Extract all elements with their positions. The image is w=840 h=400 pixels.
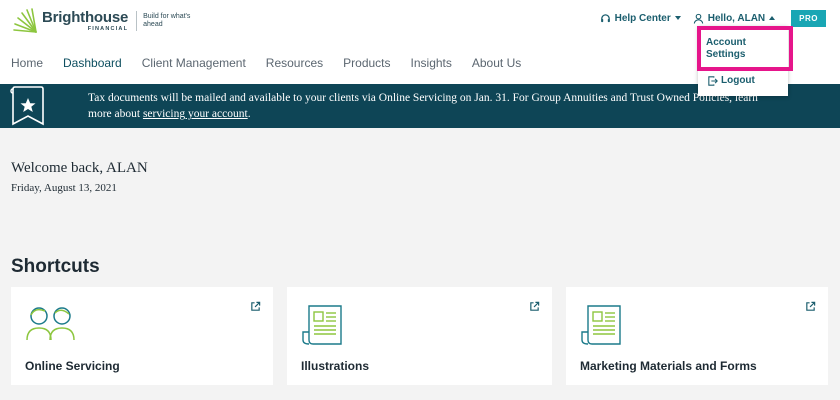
document-icon: [581, 305, 621, 345]
logo-divider: [136, 11, 138, 31]
external-link-icon: [806, 301, 816, 311]
card-label: Online Servicing: [25, 359, 120, 373]
chevron-down-icon: [674, 16, 681, 20]
nav-products[interactable]: Products: [333, 45, 400, 83]
shortcut-card-online-servicing[interactable]: Online Servicing: [11, 287, 273, 385]
people-icon: [26, 307, 75, 341]
document-icon: [302, 305, 342, 345]
brand-sub: FINANCIAL: [87, 25, 129, 32]
user-icon: [693, 13, 703, 24]
user-greeting: Hello, ALAN: [707, 12, 766, 24]
banner-message: Tax documents will be mailed and availab…: [88, 90, 768, 122]
external-link-icon: [251, 301, 261, 311]
user-menu-toggle[interactable]: Hello, ALAN: [693, 12, 776, 24]
main-nav: Home Dashboard Client Management Resourc…: [0, 45, 531, 87]
banner-text-end: .: [247, 108, 251, 120]
card-label: Marketing Materials and Forms: [580, 359, 757, 373]
headset-icon: [600, 13, 610, 22]
brand-name: Brighthouse: [42, 8, 129, 26]
nav-about-us[interactable]: About Us: [462, 45, 531, 83]
shortcut-card-illustrations[interactable]: Illustrations: [287, 287, 552, 385]
card-label: Illustrations: [301, 359, 370, 373]
shortcuts-title: Shortcuts: [11, 256, 100, 277]
help-center-label: Help Center: [614, 12, 671, 24]
nav-dashboard[interactable]: Dashboard: [53, 45, 132, 87]
servicing-account-link[interactable]: servicing your account: [143, 108, 248, 120]
external-link-icon: [530, 301, 540, 311]
shortcut-card-marketing-materials[interactable]: Marketing Materials and Forms: [566, 287, 828, 385]
nav-resources[interactable]: Resources: [256, 45, 333, 83]
logout-link[interactable]: Logout: [708, 75, 755, 86]
highlight-box: [697, 26, 793, 71]
nav-insights[interactable]: Insights: [401, 45, 462, 83]
logout-label: Logout: [721, 75, 755, 86]
star-ribbon-icon: [10, 86, 44, 126]
chevron-up-icon: [769, 16, 776, 20]
pro-badge[interactable]: PRO: [791, 9, 826, 27]
current-date: Friday, August 13, 2021: [11, 182, 117, 194]
utility-nav: Help Center Hello, ALAN PRO: [600, 9, 840, 27]
logout-icon: [708, 75, 718, 86]
brand-tagline: Build for what's ahead: [143, 13, 191, 28]
nav-home[interactable]: Home: [0, 45, 53, 83]
sunburst-icon: [13, 8, 37, 33]
nav-client-management[interactable]: Client Management: [132, 45, 256, 83]
welcome-heading: Welcome back, ALAN: [11, 160, 148, 176]
help-center-link[interactable]: Help Center: [600, 13, 681, 24]
brighthouse-logo[interactable]: Brighthouse FINANCIAL Build for what's a…: [10, 8, 203, 34]
